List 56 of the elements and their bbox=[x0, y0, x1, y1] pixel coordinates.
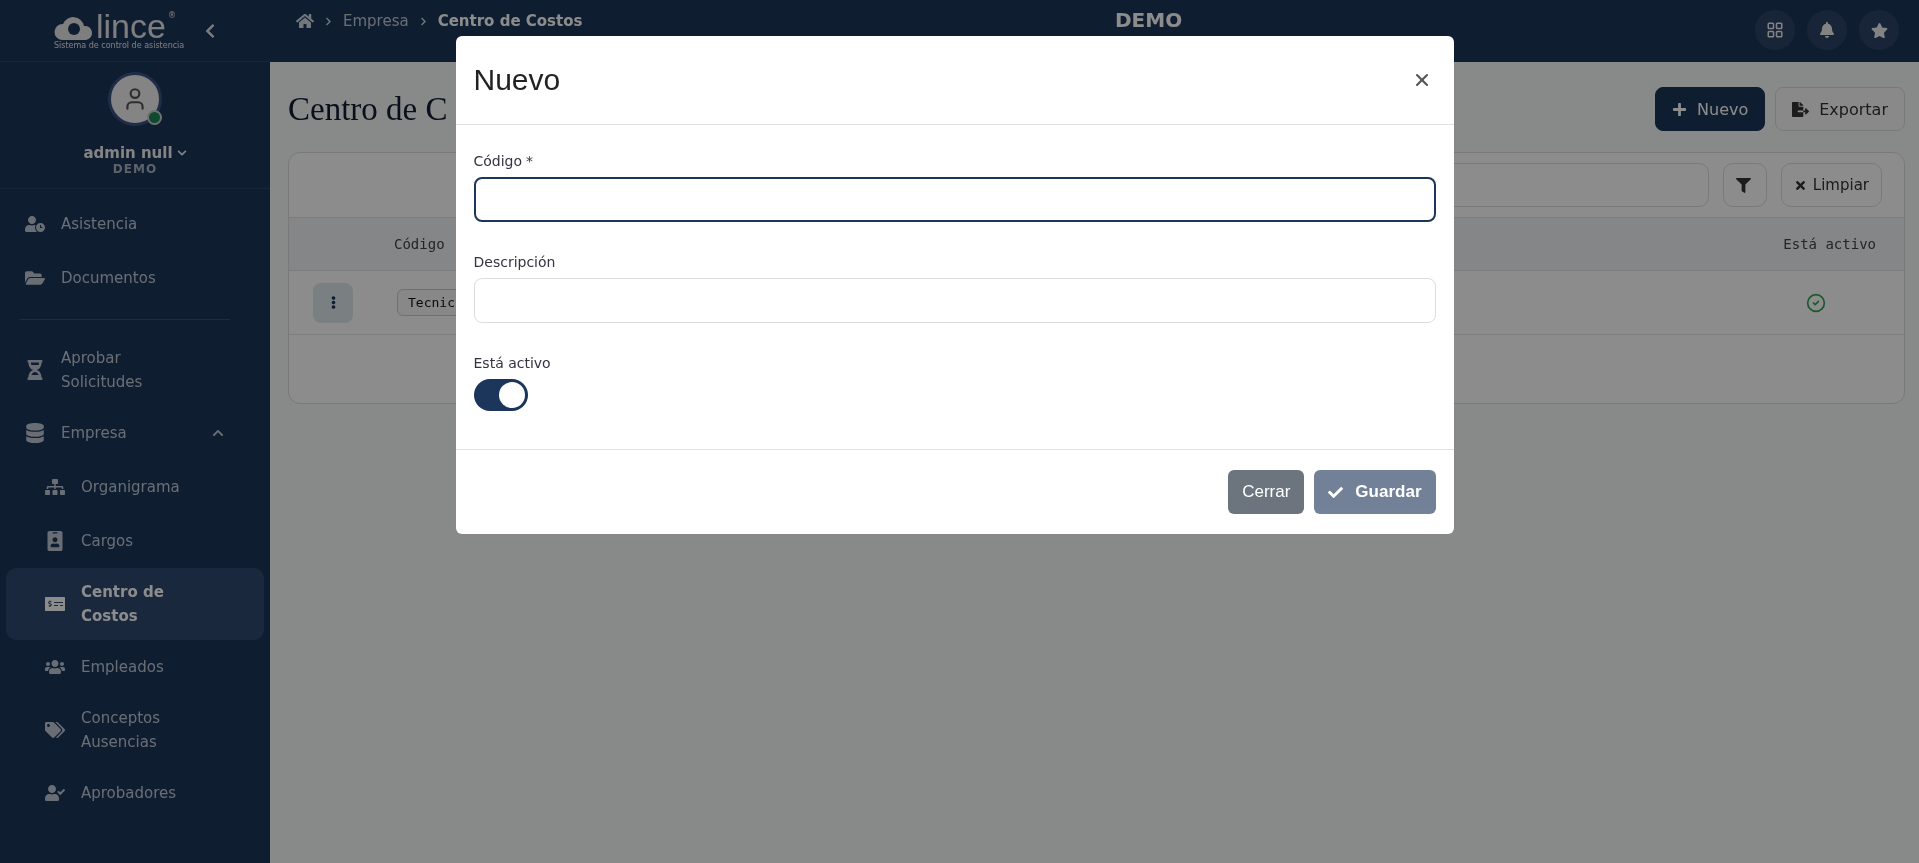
close-dialog-button[interactable]: Cerrar bbox=[1228, 470, 1305, 514]
field-label: Código * bbox=[473, 153, 535, 169]
file-export-icon bbox=[1792, 100, 1810, 118]
user-name[interactable]: admin null bbox=[83, 144, 187, 162]
menu-icon bbox=[25, 214, 45, 234]
page-title: Centro de C bbox=[288, 90, 448, 128]
filter-icon bbox=[1735, 177, 1751, 193]
notifications-button[interactable] bbox=[1807, 10, 1847, 50]
company-name: DEMO bbox=[112, 162, 158, 176]
clear-button[interactable]: Limpiar bbox=[1780, 163, 1882, 207]
chevron-icon bbox=[418, 16, 428, 26]
column-header: Código bbox=[394, 236, 445, 252]
star-icon bbox=[1870, 21, 1888, 39]
breadcrumb-link[interactable]: Empresa bbox=[343, 12, 409, 30]
menu-icon bbox=[45, 477, 65, 497]
new-button[interactable]: Nuevo bbox=[1655, 87, 1766, 131]
company-title: DEMO bbox=[1115, 8, 1183, 32]
sidebar-item[interactable]: Documentos bbox=[6, 251, 264, 305]
sidebar-item[interactable]: Aprobar Solicitudes bbox=[6, 334, 264, 406]
home-icon[interactable] bbox=[296, 12, 314, 30]
menu-icon bbox=[25, 268, 45, 288]
favorites-button[interactable] bbox=[1859, 10, 1899, 50]
sidebar-item[interactable]: Asistencia bbox=[6, 197, 264, 251]
sidebar-item[interactable]: Conceptos Ausencias bbox=[6, 694, 264, 766]
check-icon bbox=[1328, 484, 1344, 500]
active-switch[interactable] bbox=[473, 379, 528, 411]
plus-icon bbox=[1672, 101, 1687, 117]
sidebar-item[interactable]: Aprobadores bbox=[6, 766, 264, 820]
grid-icon bbox=[1766, 21, 1784, 39]
export-button[interactable]: Exportar bbox=[1775, 87, 1905, 131]
menu-icon bbox=[45, 720, 65, 740]
filter-button[interactable] bbox=[1722, 163, 1767, 207]
close-icon bbox=[1793, 178, 1807, 192]
sidebar-item[interactable]: Organigrama bbox=[6, 460, 264, 514]
breadcrumb-link[interactable]: Centro de Costos bbox=[437, 12, 583, 30]
menu-icon bbox=[25, 360, 45, 380]
menu-icon bbox=[45, 594, 65, 614]
menu-icon bbox=[45, 531, 65, 551]
menu-icon bbox=[45, 657, 65, 677]
bell-icon bbox=[1819, 22, 1835, 38]
sidebar-item[interactable]: Empresa bbox=[6, 406, 264, 460]
modal-title: Nuevo bbox=[473, 63, 561, 97]
chevron-icon bbox=[324, 16, 333, 26]
field-label: Está activo bbox=[473, 355, 552, 371]
active-check-icon bbox=[1806, 292, 1826, 313]
menu-icon bbox=[25, 423, 45, 443]
caret-icon bbox=[176, 148, 187, 158]
logo: lince® Sistema de control de asistencia bbox=[54, 11, 185, 50]
column-header: Está activo bbox=[1783, 236, 1876, 252]
sidebar-item[interactable]: Empleados bbox=[6, 640, 264, 694]
field-label: Descripción bbox=[473, 254, 557, 270]
apps-button[interactable] bbox=[1755, 10, 1795, 50]
menu-icon bbox=[45, 783, 65, 803]
sidebar-item[interactable]: Centro de Costos bbox=[6, 568, 264, 640]
sidebar-item[interactable]: Cargos bbox=[6, 514, 264, 568]
input-field[interactable] bbox=[473, 177, 1436, 222]
